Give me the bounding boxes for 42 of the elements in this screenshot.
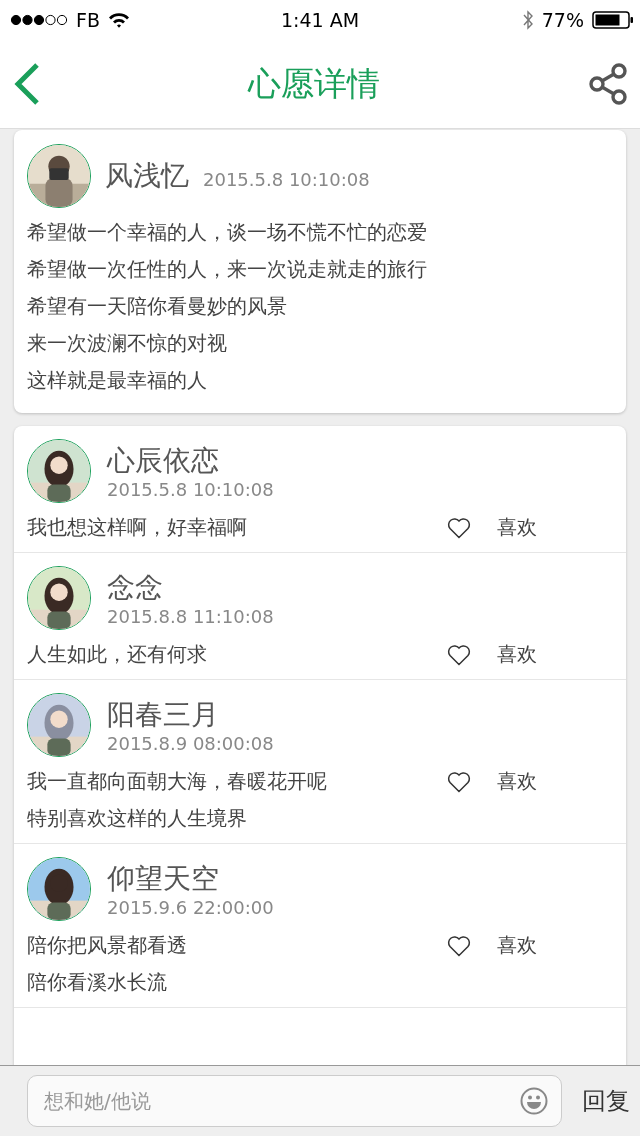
back-button[interactable]: [14, 62, 40, 106]
signal-icon: [10, 14, 68, 26]
heart-icon: [447, 934, 471, 957]
wish-text: 希望做一个幸福的人，谈一场不慌不忙的恋爱: [27, 219, 428, 246]
wish-text: 希望有一天陪你看曼妙的风景: [27, 293, 288, 320]
like-button[interactable]: 喜欢: [447, 927, 537, 964]
comment-text: 我也想这样啊，好幸福啊: [27, 514, 248, 541]
share-button[interactable]: [588, 63, 628, 105]
user-name: 心辰依恋: [107, 442, 220, 479]
reply-button[interactable]: 回复: [582, 1085, 630, 1117]
comment-text: 我一直都向面朝大海，春暖花开呢: [27, 768, 328, 795]
heart-icon: [447, 516, 471, 539]
emoji-icon[interactable]: [520, 1087, 548, 1115]
post-time: 2015.5.8 10:10:08: [203, 168, 370, 190]
user-name: 阳春三月: [107, 696, 220, 733]
bluetooth-icon: [521, 10, 534, 30]
comment-time: 2015.5.8 10:10:08: [107, 478, 274, 500]
like-button[interactable]: 喜欢: [447, 763, 537, 800]
wish-text: 来一次波澜不惊的对视: [27, 330, 228, 357]
comment-text: 人生如此，还有何求: [27, 641, 208, 668]
reply-input-field[interactable]: 想和她/他说: [27, 1075, 562, 1127]
clock-time: 1:41 AM: [280, 9, 360, 31]
comment-text: 特别喜欢这样的人生境界: [27, 805, 248, 832]
battery-icon: [592, 11, 634, 29]
heart-icon: [447, 643, 471, 666]
comment-text: 陪你看溪水长流: [27, 969, 168, 996]
wifi-icon: [107, 12, 130, 28]
user-name: 念念: [107, 569, 164, 606]
user-name: 仰望天空: [107, 860, 220, 897]
page-title: 心愿详情: [248, 62, 380, 105]
wish-text: 这样就是最幸福的人: [27, 367, 208, 394]
comment-time: 2015.8.9 08:00:08: [107, 732, 274, 754]
comment-time: 2015.9.6 22:00:00: [107, 896, 274, 918]
carrier-name: FB: [76, 9, 100, 31]
battery-percent: 77%: [541, 9, 584, 31]
wish-text: 希望做一次任性的人，来一次说走就走的旅行: [27, 256, 428, 283]
heart-icon: [447, 770, 471, 793]
comment-text: 陪你把风景都看透: [27, 932, 188, 959]
user-name: 风浅忆: [105, 158, 189, 194]
comment-time: 2015.8.8 11:10:08: [107, 605, 274, 627]
like-button[interactable]: 喜欢: [447, 509, 537, 546]
like-button[interactable]: 喜欢: [447, 636, 537, 673]
